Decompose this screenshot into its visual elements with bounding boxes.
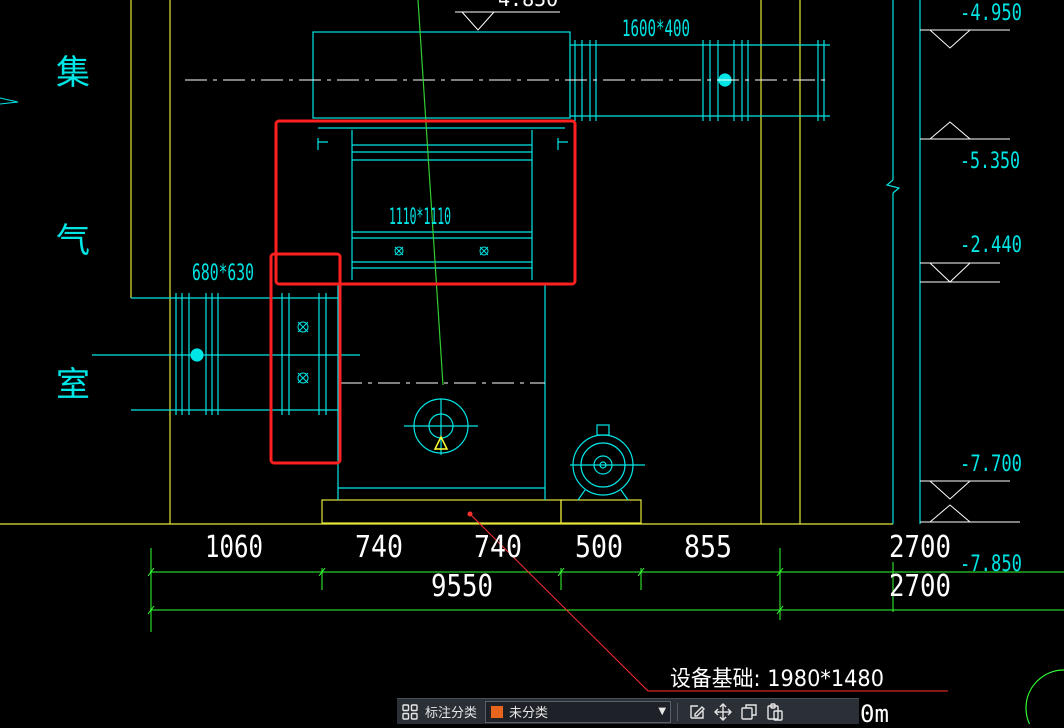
duct-left: [92, 293, 360, 415]
fan-housing: [337, 285, 546, 500]
dim-2700-b: 2700: [889, 569, 951, 604]
vertical-label: 集 气 室: [56, 53, 90, 405]
dim-855: 855: [684, 530, 732, 565]
annotation-toolbar: 标注分类 未分类 ▼: [397, 698, 859, 724]
cad-canvas[interactable]: 集 气 室 1600*400 1110*1110 680*630 4.850 -…: [0, 0, 1064, 728]
elev-markers-right: [920, 29, 1020, 523]
label-char-1: 集: [56, 53, 90, 93]
category-select-value: 未分类: [509, 706, 549, 721]
cad-drawing: 集 气 室 1600*400 1110*1110 680*630 4.850 -…: [0, 0, 1064, 728]
duct-top: [312, 31, 830, 121]
category-select[interactable]: 未分类 ▼: [485, 700, 672, 723]
copy-icon[interactable]: [736, 700, 762, 724]
section-line: [417, 0, 444, 386]
motor: [570, 424, 645, 501]
duct-top-size-label: 1600*400: [622, 17, 690, 42]
duct-middle: [317, 127, 568, 280]
grid-icon[interactable]: [397, 700, 423, 724]
elevation-top: 4.850: [498, 0, 558, 11]
duct-left-size-label: 680*630: [192, 261, 254, 286]
equipment-base-note: 设备基础: 1980*1480: [670, 667, 884, 692]
chevron-down-icon: ▼: [658, 706, 667, 717]
paste-icon[interactable]: [762, 700, 788, 724]
duct-mid-size-label: 1110*1110: [389, 205, 451, 230]
elevation-1: -4.950: [960, 1, 1022, 26]
dim-500: 500: [575, 530, 623, 565]
damper-symbols-left: [297, 321, 309, 384]
partial-unit-text: 0m: [860, 700, 889, 724]
elevation-3: -2.440: [960, 233, 1022, 258]
category-label: 标注分类: [425, 706, 478, 721]
label-char-2: 气: [56, 221, 90, 261]
elevation-5: -7.850: [960, 552, 1022, 577]
dim-1060: 1060: [205, 530, 263, 565]
elev-marker-top: [455, 11, 560, 31]
elevation-4: -7.700: [960, 452, 1022, 477]
dim-9550: 9550: [431, 569, 493, 604]
elevation-2: -5.350: [960, 149, 1020, 174]
toolbar-divider: [677, 702, 679, 721]
label-char-3: 室: [56, 365, 90, 405]
dim-740-a: 740: [355, 530, 403, 565]
edit-icon[interactable]: [684, 700, 710, 724]
move-icon[interactable]: [710, 700, 736, 724]
dim-740-b: 740: [474, 530, 522, 565]
category-color-swatch: [490, 704, 505, 719]
partial-circle: [1025, 669, 1064, 728]
right-wall: [885, 0, 921, 524]
left-edge-mark: [0, 97, 19, 105]
damper-symbols-mid: [394, 246, 489, 256]
dim-2700-a: 2700: [889, 530, 951, 565]
